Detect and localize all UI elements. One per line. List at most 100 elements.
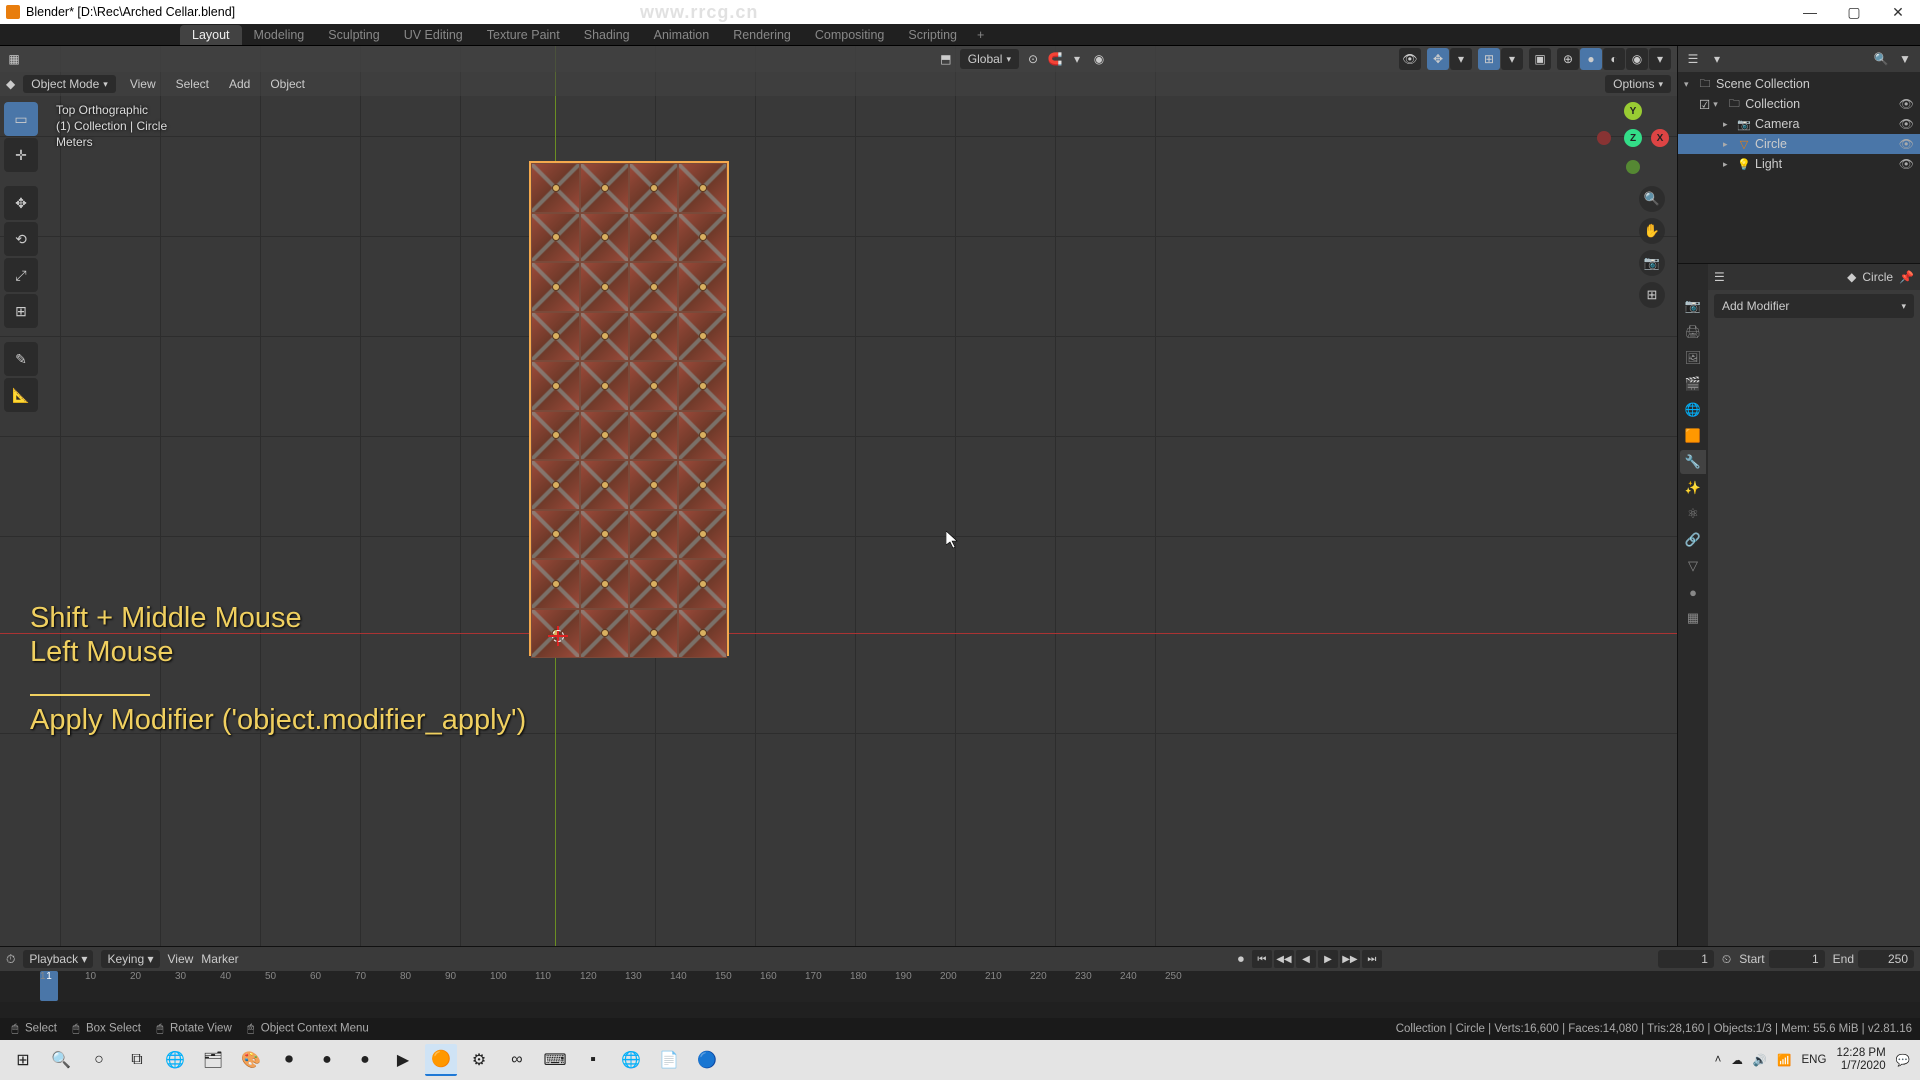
- shading-solid-button[interactable]: ●: [1580, 48, 1602, 70]
- workspace-tab-modeling[interactable]: Modeling: [242, 25, 317, 45]
- prop-editor-icon[interactable]: ☰: [1714, 270, 1725, 284]
- taskbar-app-misc3[interactable]: ▶: [387, 1044, 419, 1076]
- prop-tab-constraints[interactable]: 🔗: [1680, 528, 1706, 552]
- tool-scale[interactable]: ⤢: [4, 258, 38, 292]
- object-type-visibility-button[interactable]: 👁: [1399, 48, 1421, 70]
- timeline-playback-menu[interactable]: Playback ▾: [23, 950, 93, 968]
- outliner-collection[interactable]: ☑▾🗀Collection 👁: [1678, 94, 1920, 114]
- light-visibility-toggle[interactable]: 👁: [1899, 157, 1914, 171]
- timeline-keying-menu[interactable]: Keying ▾: [101, 950, 159, 968]
- window-maximize-button[interactable]: ▢: [1832, 0, 1876, 24]
- view-menu[interactable]: View: [124, 77, 162, 91]
- gizmo-z-axis[interactable]: Z: [1624, 129, 1642, 147]
- circle-visibility-toggle[interactable]: 👁: [1899, 137, 1914, 151]
- add-modifier-dropdown[interactable]: Add Modifier ▾: [1714, 294, 1914, 318]
- overlay-toggle[interactable]: ⊞: [1478, 48, 1500, 70]
- prop-tab-texture[interactable]: ▦: [1680, 606, 1706, 630]
- taskbar-app-misc4[interactable]: ⚙: [463, 1044, 495, 1076]
- tray-language[interactable]: ENG: [1802, 1054, 1827, 1066]
- prop-pin-icon[interactable]: 📌: [1899, 270, 1914, 284]
- jump-next-keyframe-button[interactable]: ▶▶: [1340, 950, 1360, 968]
- window-close-button[interactable]: ✕: [1876, 0, 1920, 24]
- interaction-mode-dropdown[interactable]: Object Mode ▾: [23, 75, 116, 93]
- taskbar-start-button[interactable]: ⊞: [7, 1044, 39, 1076]
- 3d-viewport[interactable]: ▦ ⬒ Global ▾ ⊙ 🧲 ▾ ◉ 👁 ✥ ▾ ⊞ ▾: [0, 46, 1677, 1002]
- prop-tab-modifiers[interactable]: 🔧: [1680, 450, 1706, 474]
- window-minimize-button[interactable]: —: [1788, 0, 1832, 24]
- workspace-tab-shading[interactable]: Shading: [572, 25, 642, 45]
- jump-to-end-button[interactable]: ⏭: [1362, 950, 1382, 968]
- taskbar-taskview-button[interactable]: ⧉: [121, 1044, 153, 1076]
- workspace-tab-animation[interactable]: Animation: [642, 25, 722, 45]
- timeline-editor-icon[interactable]: ⏱: [6, 952, 15, 967]
- taskbar-app-chrome[interactable]: 🌐: [615, 1044, 647, 1076]
- taskbar-search-button[interactable]: 🔍: [45, 1044, 77, 1076]
- jump-prev-keyframe-button[interactable]: ◀◀: [1274, 950, 1294, 968]
- taskbar-app-misc5[interactable]: 🔵: [691, 1044, 723, 1076]
- taskbar-app-vs[interactable]: ∞: [501, 1044, 533, 1076]
- tray-onedrive-icon[interactable]: ☁: [1731, 1053, 1743, 1067]
- gizmo-neg-y-axis[interactable]: [1626, 160, 1640, 174]
- prop-tab-viewlayer[interactable]: 🖼: [1680, 346, 1706, 370]
- end-frame-field[interactable]: 250: [1858, 950, 1914, 968]
- workspace-tab-layout[interactable]: Layout: [180, 25, 242, 45]
- outliner-display-mode[interactable]: ▾: [1708, 50, 1726, 68]
- outliner-item-circle[interactable]: ▸▽Circle 👁: [1678, 134, 1920, 154]
- current-frame-field[interactable]: 1: [1658, 950, 1714, 968]
- nav-zoom-button[interactable]: 🔍: [1639, 186, 1665, 212]
- taskbar-app-blender[interactable]: 🟠: [425, 1044, 457, 1076]
- camera-visibility-toggle[interactable]: 👁: [1899, 117, 1914, 131]
- outliner-item-light[interactable]: ▸💡Light 👁: [1678, 154, 1920, 174]
- add-menu[interactable]: Add: [223, 77, 256, 91]
- taskbar-app-misc1[interactable]: ●: [311, 1044, 343, 1076]
- gizmo-x-axis[interactable]: X: [1651, 129, 1669, 147]
- overlay-dropdown[interactable]: ▾: [1501, 48, 1523, 70]
- mesh-object-circle[interactable]: [529, 161, 729, 656]
- workspace-tab-uvediting[interactable]: UV Editing: [392, 25, 475, 45]
- object-menu[interactable]: Object: [264, 77, 311, 91]
- prop-tab-mesh[interactable]: ▽: [1680, 554, 1706, 578]
- jump-to-start-button[interactable]: ⏮: [1252, 950, 1272, 968]
- gizmo-dropdown[interactable]: ▾: [1450, 48, 1472, 70]
- outliner-filter-icon[interactable]: ▼: [1896, 50, 1914, 68]
- options-dropdown[interactable]: Options ▾: [1605, 75, 1671, 93]
- tool-move[interactable]: ✥: [4, 186, 38, 220]
- prop-tab-world[interactable]: 🌐: [1680, 398, 1706, 422]
- transform-orientation-dropdown[interactable]: Global ▾: [960, 49, 1019, 69]
- collection-visibility-toggle[interactable]: 👁: [1899, 97, 1914, 111]
- play-reverse-button[interactable]: ◀: [1296, 950, 1316, 968]
- workspace-tab-sculpting[interactable]: Sculpting: [316, 25, 391, 45]
- taskbar-app-explorer[interactable]: 🗂: [197, 1044, 229, 1076]
- workspace-tab-rendering[interactable]: Rendering: [721, 25, 803, 45]
- navigation-gizmo[interactable]: Y X Z: [1597, 102, 1669, 174]
- taskbar-app-terminal[interactable]: ▪: [577, 1044, 609, 1076]
- workspace-tab-compositing[interactable]: Compositing: [803, 25, 896, 45]
- taskbar-app-edge[interactable]: 🌐: [159, 1044, 191, 1076]
- shading-lookdev-button[interactable]: ◐: [1603, 48, 1625, 70]
- taskbar-app-paint[interactable]: 🎨: [235, 1044, 267, 1076]
- snap-type-dropdown[interactable]: ▾: [1069, 51, 1085, 67]
- proportional-edit-toggle[interactable]: ◉: [1091, 51, 1107, 67]
- nav-camera-button[interactable]: 📷: [1639, 250, 1665, 276]
- tool-select-box[interactable]: ▭: [4, 102, 38, 136]
- prop-tab-physics[interactable]: ⚛: [1680, 502, 1706, 526]
- pivot-icon[interactable]: ⊙: [1025, 51, 1041, 67]
- orientation-icon[interactable]: ⬒: [938, 51, 954, 67]
- select-menu[interactable]: Select: [170, 77, 215, 91]
- snap-toggle[interactable]: 🧲: [1047, 51, 1063, 67]
- timeline-ruler[interactable]: 1 11020304050607080901001101201301401501…: [0, 971, 1920, 1001]
- tool-rotate[interactable]: ⟲: [4, 222, 38, 256]
- tool-cursor[interactable]: ✛: [4, 138, 38, 172]
- taskbar-app-word[interactable]: 📄: [653, 1044, 685, 1076]
- shading-rendered-button[interactable]: ◉: [1626, 48, 1648, 70]
- editor-type-icon[interactable]: ▦: [6, 51, 22, 67]
- tray-network-icon[interactable]: 🔊: [1753, 1053, 1767, 1067]
- tool-transform[interactable]: ⊞: [4, 294, 38, 328]
- prop-tab-render[interactable]: 📷: [1680, 294, 1706, 318]
- outliner-scene-collection[interactable]: ▾🗀Scene Collection: [1678, 74, 1920, 94]
- nav-pan-button[interactable]: ✋: [1639, 218, 1665, 244]
- gizmo-toggle[interactable]: ✥: [1427, 48, 1449, 70]
- taskbar-app-obs[interactable]: ⏺: [273, 1044, 305, 1076]
- prop-tab-output[interactable]: 🖨: [1680, 320, 1706, 344]
- gizmo-y-axis[interactable]: Y: [1624, 102, 1642, 120]
